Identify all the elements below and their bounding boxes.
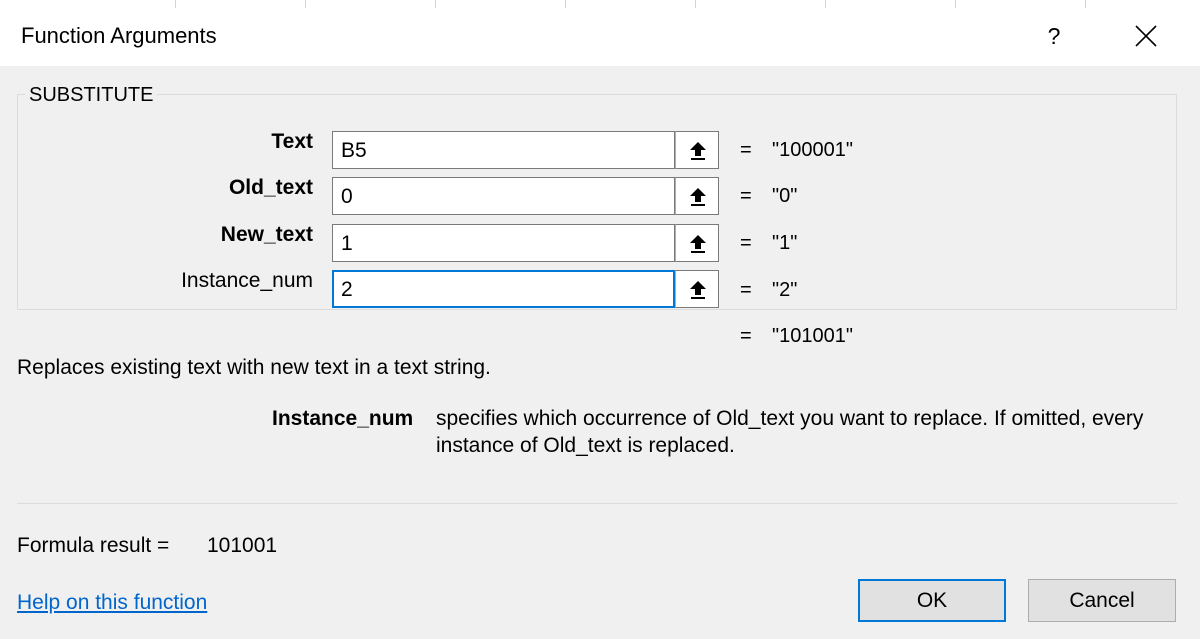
arg-result-old-text: "0" xyxy=(772,185,798,207)
help-on-function-link[interactable]: Help on this function xyxy=(17,591,207,615)
collapse-button-text[interactable] xyxy=(675,131,719,169)
arg-input-text[interactable] xyxy=(332,131,675,169)
collapse-dialog-icon xyxy=(690,281,706,299)
title-bar: Function Arguments ? xyxy=(0,8,1200,66)
function-arguments-dialog: Function Arguments ? SUBSTITUTE Text = "… xyxy=(0,8,1200,639)
arg-help-text: specifies which occurrence of Old_text y… xyxy=(436,407,1144,457)
arg-help-name: Instance_num xyxy=(272,407,414,430)
divider xyxy=(17,503,1177,504)
collapse-button-new-text[interactable] xyxy=(675,224,719,262)
close-icon xyxy=(1135,25,1157,47)
arg-label-new-text: New_text xyxy=(220,223,313,246)
function-result-value: "101001" xyxy=(772,325,853,347)
grid-line xyxy=(955,0,956,8)
collapse-button-old-text[interactable] xyxy=(675,177,719,215)
cancel-button[interactable]: Cancel xyxy=(1028,579,1176,622)
arg-label-old-text: Old_text xyxy=(228,176,313,199)
arg-input-old-text[interactable] xyxy=(332,177,675,215)
collapse-button-instance-num[interactable] xyxy=(675,270,719,308)
grid-line xyxy=(825,0,826,8)
function-name: SUBSTITUTE xyxy=(25,84,158,107)
function-description: Replaces existing text with new text in … xyxy=(17,356,491,379)
arg-result-new-text: "1" xyxy=(772,232,798,254)
arg-label-instance-num: Instance_num xyxy=(181,269,313,292)
grid-line xyxy=(175,0,176,8)
collapse-dialog-icon xyxy=(690,188,706,206)
collapse-dialog-icon xyxy=(690,142,706,160)
grid-line xyxy=(435,0,436,8)
equals-sign: = xyxy=(740,185,752,207)
dialog-title: Function Arguments xyxy=(21,23,217,48)
arg-result-text: "100001" xyxy=(772,139,853,161)
collapse-dialog-icon xyxy=(690,235,706,253)
equals-sign: = xyxy=(740,232,752,254)
grid-line xyxy=(695,0,696,8)
ok-button[interactable]: OK xyxy=(858,579,1006,622)
equals-sign: = xyxy=(740,279,752,301)
arg-input-instance-num[interactable] xyxy=(332,270,675,308)
formula-result-label: Formula result = xyxy=(17,534,170,557)
grid-line xyxy=(565,0,566,8)
equals-sign: = xyxy=(740,139,752,161)
spreadsheet-grid-background xyxy=(0,0,1200,8)
equals-sign: = xyxy=(740,325,752,347)
arg-result-instance-num: "2" xyxy=(772,279,798,301)
help-button[interactable]: ? xyxy=(1032,14,1076,58)
arg-label-text: Text xyxy=(271,130,313,153)
formula-result-value: 101001 xyxy=(207,534,278,557)
close-button[interactable] xyxy=(1122,14,1170,58)
grid-line xyxy=(305,0,306,8)
arg-input-new-text[interactable] xyxy=(332,224,675,262)
grid-line xyxy=(1085,0,1086,8)
